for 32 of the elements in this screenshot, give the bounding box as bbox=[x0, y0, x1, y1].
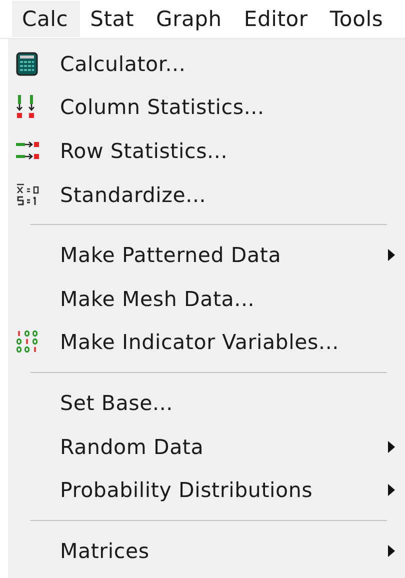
menubar-item[interactable]: Calc bbox=[12, 1, 80, 37]
menubar-item[interactable]: Stat bbox=[80, 1, 146, 37]
menu-item-label: Probability Distributions bbox=[60, 478, 314, 502]
menubar-item[interactable]: Graph bbox=[146, 1, 234, 37]
menu-item[interactable]: Column Statistics... bbox=[8, 86, 405, 130]
menu-item[interactable]: Set Base... bbox=[8, 381, 405, 425]
menu-item[interactable]: Matrices bbox=[8, 528, 405, 573]
standardize-icon bbox=[16, 182, 40, 207]
menu-item-label: Column Statistics... bbox=[60, 95, 266, 120]
menu-item-label: Make Patterned Data bbox=[60, 243, 282, 268]
menu-item-label: Random Data bbox=[60, 434, 205, 459]
menu-item-label: Calculator... bbox=[60, 52, 187, 76]
menu-item-label: Make Indicator Variables... bbox=[60, 330, 340, 354]
menu-item-label: Row Statistics... bbox=[60, 138, 229, 163]
column-arrows-icon bbox=[16, 95, 36, 120]
menu-item[interactable]: Make Indicator Variables... bbox=[8, 320, 405, 364]
menubar-item[interactable]: Editor bbox=[234, 1, 320, 37]
menu-item[interactable]: Probability Distributions bbox=[8, 468, 405, 512]
menu-item-label: Make Mesh Data... bbox=[60, 286, 256, 311]
menu-item[interactable]: Make Patterned Data bbox=[8, 233, 405, 277]
menu-item[interactable]: Random Data bbox=[8, 424, 405, 468]
menu-item[interactable]: Standardize... bbox=[8, 172, 405, 216]
calculator-icon bbox=[16, 52, 38, 76]
menu-item[interactable]: Row Statistics... bbox=[8, 129, 405, 173]
menu-item-label: Set Base... bbox=[60, 390, 174, 415]
binary-grid-icon bbox=[16, 330, 38, 354]
menu-item-label: Standardize... bbox=[60, 182, 208, 207]
menu-item-label: Matrices bbox=[60, 538, 150, 563]
row-arrows-icon bbox=[16, 140, 40, 161]
menu-item[interactable]: Make Mesh Data... bbox=[8, 276, 405, 321]
menubar-item[interactable]: Tools bbox=[320, 1, 396, 37]
menu-item[interactable]: Calculator... bbox=[8, 42, 405, 86]
